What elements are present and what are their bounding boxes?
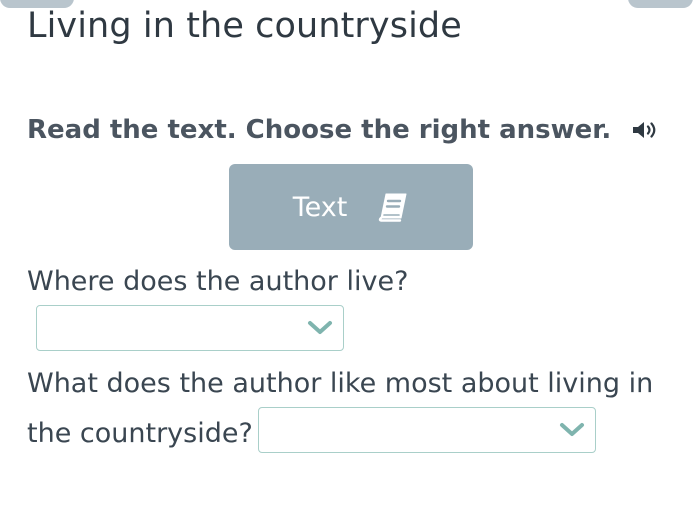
- question-2-select[interactable]: [258, 407, 596, 453]
- book-icon: [377, 192, 409, 222]
- speaker-icon[interactable]: [631, 118, 659, 142]
- top-tab-right[interactable]: [628, 0, 693, 8]
- question-1-select[interactable]: [36, 305, 344, 351]
- page-title: Living in the countryside: [27, 6, 462, 46]
- instruction: Read the text. Choose the right answer.: [27, 112, 659, 148]
- question-2-text-line-2: the countryside?: [27, 418, 253, 449]
- text-button-label: Text: [292, 191, 348, 223]
- chevron-down-icon: [560, 423, 584, 436]
- question-2-text-line-1: What does the author like most about liv…: [27, 368, 654, 399]
- chevron-down-icon: [308, 321, 332, 334]
- text-button[interactable]: Text: [229, 164, 473, 250]
- instruction-text: Read the text. Choose the right answer.: [27, 115, 612, 145]
- question-1-text: Where does the author live?: [27, 266, 409, 297]
